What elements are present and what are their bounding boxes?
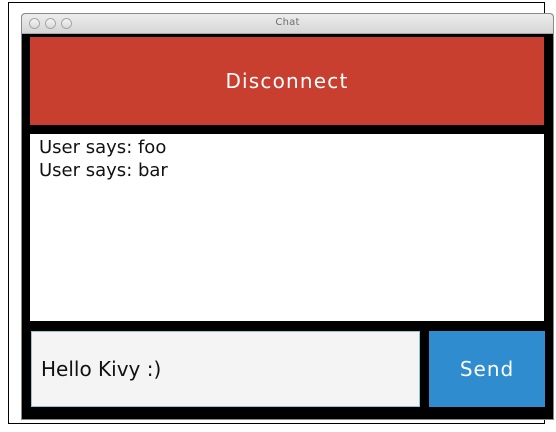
- send-button[interactable]: Send: [429, 331, 545, 407]
- window-titlebar: Chat: [22, 14, 553, 34]
- chat-log: User says: foo User says: bar: [30, 134, 544, 321]
- disconnect-button[interactable]: Disconnect: [30, 37, 544, 125]
- chat-message: User says: bar: [39, 160, 168, 181]
- window-content: Disconnect User says: foo User says: bar…: [22, 34, 553, 419]
- chat-message: User says: foo: [39, 137, 167, 158]
- message-input[interactable]: [31, 331, 420, 407]
- chat-window: Chat Disconnect User says: foo User says…: [21, 13, 554, 420]
- window-title: Chat: [275, 17, 300, 28]
